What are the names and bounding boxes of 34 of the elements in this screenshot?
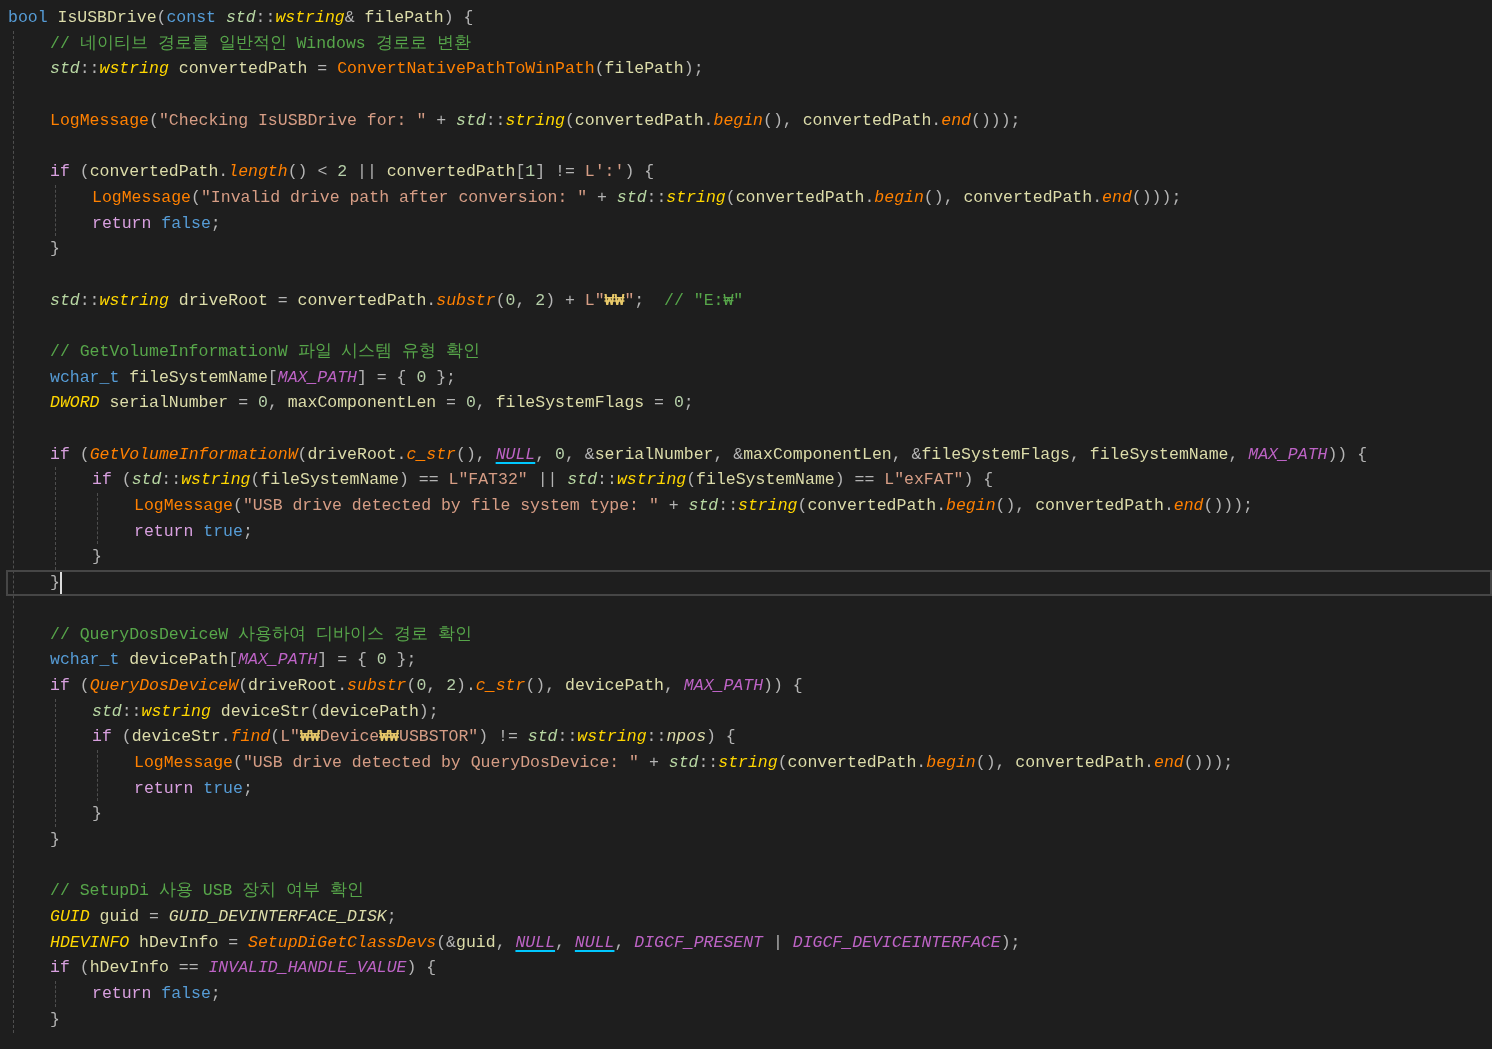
code-line: LogMessage("Invalid drive path after conversion: " + std::string(convertedPath.begin(), convertedPath.end())); [92,186,1182,209]
code-line: } [50,829,60,851]
code-line: return false; [92,983,221,1006]
code-line: if (QueryDosDeviceW(driveRoot.substr(0, 2).c_str(), devicePath, MAX_PATH)) { [50,674,803,697]
code-line: LogMessage("Checking IsUSBDrive for: " + std::string(convertedPath.begin(), convertedPath.end())); [50,109,1021,132]
code-line: if (std::wstring(fileSystemName) == L"FAT32" || std::wstring(fileSystemName) == L"exFAT") { [92,469,994,492]
code-line: if (convertedPath.length() < 2 || convertedPath[1] != L':') { [50,161,655,184]
code-line: std::wstring driveRoot = convertedPath.substr(0, 2) + L"₩₩"; // "E:₩" [50,289,744,312]
code-line: std::wstring deviceStr(devicePath); [92,700,439,723]
code-line: std::wstring convertedPath = ConvertNativePathToWinPath(filePath); [50,58,704,81]
code-line: } [50,1008,60,1031]
code-line: } [92,803,102,826]
code-line: return true; [134,520,253,543]
code-line: DWORD serialNumber = 0, maxComponentLen = 0, fileSystemFlags = 0; [50,392,694,415]
code-line: return true; [134,777,253,800]
code-line: } [50,238,60,261]
code-line: // QueryDosDeviceW 사용하여 디바이스 경로 확인 [50,623,472,646]
code-line: return false; [92,212,221,235]
code-line: GUID guid = GUID_DEVINTERFACE_DISK; [50,906,397,929]
code-line: LogMessage("USB drive detected by QueryDosDevice: " + std::string(convertedPath.begin(), convertedPath.end())); [134,751,1234,774]
code-line: LogMessage("USB drive detected by file system type: " + std::string(convertedPath.begin(), convertedPath.end())); [134,495,1254,518]
code-line: // 네이티브 경로를 일반적인 Windows 경로로 변환 [50,32,471,55]
code-line: // GetVolumeInformationW 파일 시스템 유형 확인 [50,340,481,363]
code-line: if (GetVolumeInformationW(driveRoot.c_str(), NULL, 0, &serialNumber, &maxComponentLen, &fileSystemFlags, fileSystemName, MAX_PATH)) { [50,443,1368,466]
text-cursor [59,571,62,594]
code-line: if (deviceStr.find(L"₩₩Device₩₩USBSTOR") != std::wstring::npos) { [92,726,736,749]
code-line: wchar_t devicePath[MAX_PATH] = { 0 }; [50,649,417,672]
code-line: } [92,546,102,569]
code-line: // SetupDi 사용 USB 장치 여부 확인 [50,880,365,903]
code-line: if (hDevInfo == INVALID_HANDLE_VALUE) { [50,957,437,980]
code-line: bool IsUSBDrive(const std::wstring& filePath) { [8,7,474,29]
code-line: wchar_t fileSystemName[MAX_PATH] = { 0 }; [50,366,456,389]
code-line: HDEVINFO hDevInfo = SetupDiGetClassDevs(&guid, NULL, NULL, DIGCF_PRESENT | DIGCF_DEVICEINTERFACE); [50,931,1021,954]
code-line: } [50,572,60,595]
